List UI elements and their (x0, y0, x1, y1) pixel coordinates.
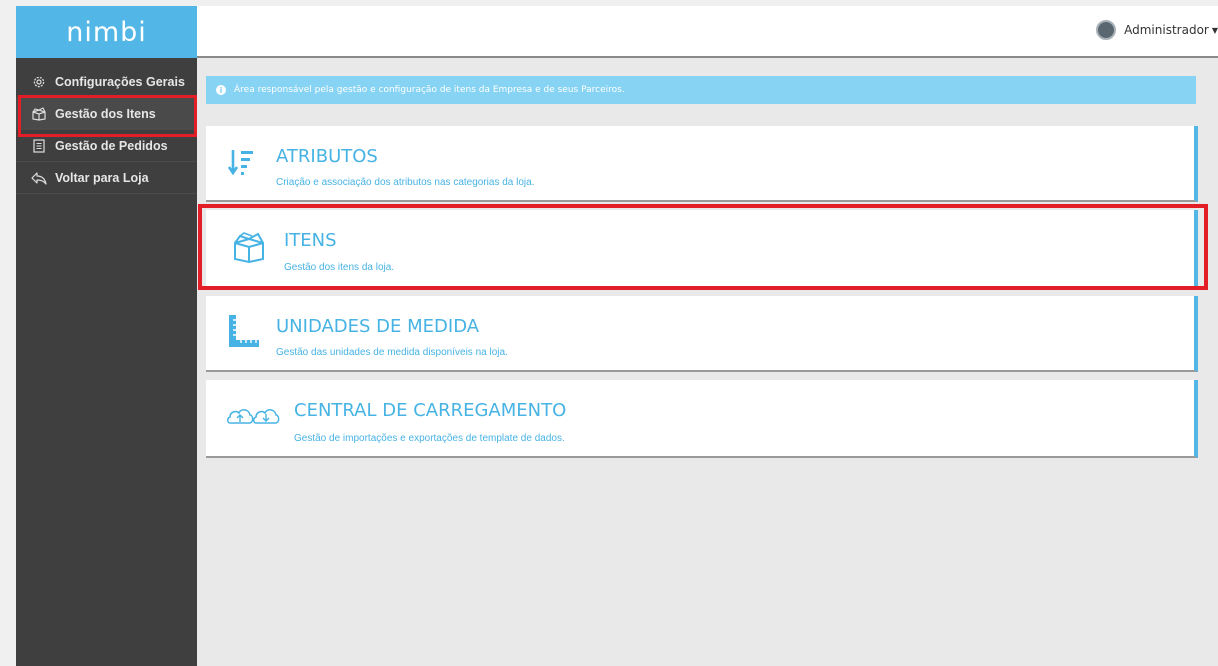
boxes-icon (232, 232, 266, 269)
sidebar-item-label: Gestão dos Itens (55, 106, 156, 121)
card-title: ITENS (284, 230, 337, 251)
card-subtitle: Gestão dos itens da loja. (284, 262, 395, 273)
list-doc-icon (30, 137, 48, 155)
info-banner-text: Área responsável pela gestão e configura… (234, 85, 625, 95)
sidebar-item-label: Gestão de Pedidos (55, 138, 168, 153)
card-central-de-carregamento[interactable]: CENTRAL DE CARREGAMENTO Gestão de import… (206, 380, 1198, 458)
card-title: CENTRAL DE CARREGAMENTO (294, 400, 567, 421)
sidebar-item-configuracoes-gerais[interactable]: Configurações Gerais (16, 66, 197, 98)
chevron-down-icon: ▼ (1211, 25, 1218, 35)
nimbi-logo[interactable]: nimbi (16, 6, 197, 58)
sidebar-item-label: Voltar para Loja (55, 170, 149, 185)
sidebar-item-gestao-de-pedidos[interactable]: Gestão de Pedidos (16, 130, 197, 162)
sidebar-item-voltar-para-loja[interactable]: Voltar para Loja (16, 162, 197, 194)
info-banner: i Área responsável pela gestão e configu… (206, 76, 1196, 104)
sidebar-nav: Configurações Gerais Gestão dos Itens Ge… (16, 66, 197, 194)
card-title: UNIDADES DE MEDIDA (276, 316, 480, 337)
back-arrow-icon (30, 169, 48, 187)
sidebar-item-gestao-dos-itens[interactable]: Gestão dos Itens (16, 95, 197, 137)
card-subtitle: Gestão de importações e exportações de t… (294, 433, 565, 444)
info-icon: i (216, 85, 226, 95)
card-unidades-de-medida[interactable]: UNIDADES DE MEDIDA Gestão das unidades d… (206, 296, 1198, 372)
card-subtitle: Criação e associação dos atributos nas c… (276, 177, 535, 188)
card-title: ATRIBUTOS (276, 146, 378, 167)
sidebar: nimbi Configurações Gerais Gestão dos It… (16, 6, 197, 666)
sidebar-item-label: Configurações Gerais (55, 74, 185, 89)
gear-icon (30, 73, 48, 91)
user-menu[interactable]: Administrador ▼ (1096, 20, 1218, 40)
ruler-icon (228, 314, 260, 353)
top-bar: Administrador ▼ (197, 6, 1218, 58)
user-name: Administrador (1124, 23, 1209, 37)
boxes-icon (30, 105, 48, 123)
card-itens[interactable]: ITENS Gestão dos itens da loja. (206, 210, 1198, 288)
avatar (1096, 20, 1117, 40)
card-subtitle: Gestão das unidades de medida disponívei… (276, 347, 508, 358)
card-atributos[interactable]: ATRIBUTOS Criação e associação dos atrib… (206, 126, 1198, 202)
sort-desc-icon (227, 148, 254, 183)
cloud-upload-download-icon (226, 404, 280, 433)
